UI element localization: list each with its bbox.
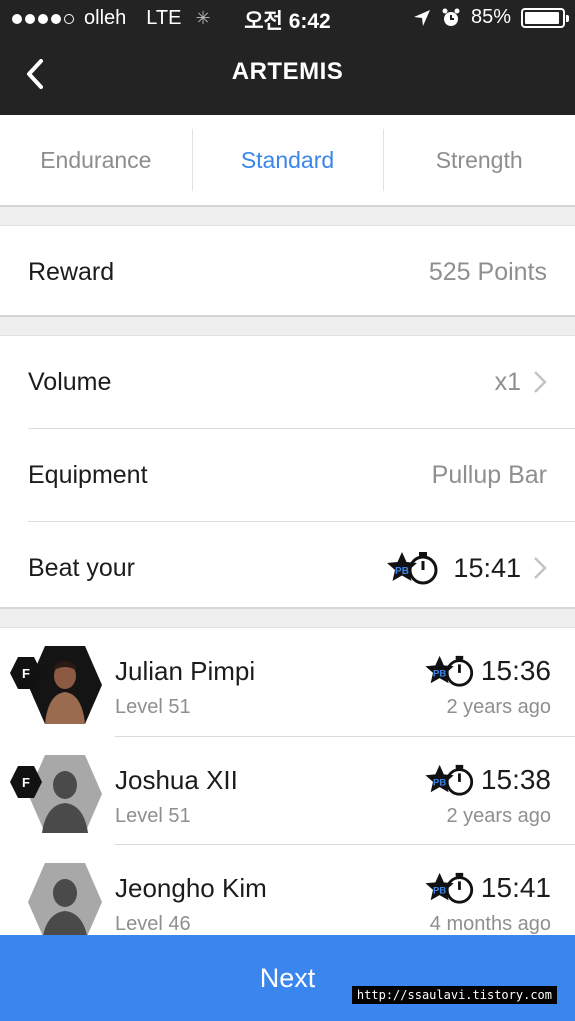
reward-label: Reward [28, 257, 115, 286]
location-arrow-icon [413, 9, 430, 26]
top-bar: olleh LTE ✳ 오전 6:42 85% ARTEMIS [0, 0, 575, 115]
pb-badge: PB [433, 886, 446, 897]
workout-settings-card: Volume x1 Equipment Pullup Bar Beat your… [0, 335, 575, 609]
next-button[interactable]: Next [0, 935, 575, 1021]
friend-badge-icon: F [10, 766, 42, 798]
tab-standard[interactable]: Standard [191, 115, 384, 205]
beat-your-value: 15:41 [453, 552, 521, 583]
volume-row[interactable]: Volume x1 [0, 336, 575, 428]
chevron-right-icon [534, 557, 547, 579]
chevron-right-icon [534, 371, 547, 393]
beat-your-label: Beat your [28, 553, 136, 582]
leaderboard-list: F Julian Pimpi Level 51 PB 15:36 2 years… [0, 627, 575, 942]
reward-value: 525 Points [428, 257, 547, 286]
user-name: Julian Pimpi [115, 656, 256, 686]
list-item[interactable]: F Julian Pimpi Level 51 PB 15:36 2 years… [0, 628, 575, 736]
tab-strength[interactable]: Strength [383, 115, 575, 205]
personal-best-stopwatch-icon: PB [425, 872, 474, 904]
equipment-value: Pullup Bar [431, 460, 547, 489]
friend-badge-label: F [22, 666, 30, 681]
user-level: Level 46 [115, 913, 191, 935]
beat-your-row[interactable]: Beat your PB 15:41 [0, 522, 575, 614]
list-item[interactable]: F Joshua XII Level 51 PB 15:38 2 years a… [10, 736, 575, 844]
pb-badge: PB [433, 669, 446, 680]
user-name: Jeongho Kim [115, 873, 267, 903]
status-bar: olleh LTE ✳ 오전 6:42 85% [0, 0, 575, 38]
personal-best-stopwatch-icon: PB [425, 764, 474, 796]
alarm-clock-icon [442, 8, 460, 26]
user-level: Level 51 [115, 696, 191, 718]
battery-percent: 85% [470, 6, 511, 28]
equipment-row: Equipment Pullup Bar [0, 429, 575, 521]
watermark: http://ssaulavi.tistory.com [351, 986, 557, 1004]
tab-endurance[interactable]: Endurance [0, 115, 192, 205]
personal-best-stopwatch-icon: PB [425, 655, 474, 687]
friend-badge-icon: F [10, 657, 42, 689]
reward-card: Reward 525 Points [0, 225, 575, 317]
avatar [28, 863, 102, 941]
mode-tabs: Endurance Standard Strength [0, 115, 575, 207]
battery-icon [521, 7, 569, 28]
pb-badge: PB [433, 778, 446, 789]
friend-badge-label: F [22, 775, 30, 790]
user-time-ago: 2 years ago [446, 805, 551, 827]
page-title: ARTEMIS [231, 58, 344, 85]
user-name: Joshua XII [115, 765, 238, 795]
volume-value: x1 [494, 367, 521, 396]
equipment-label: Equipment [28, 460, 148, 489]
user-level: Level 51 [115, 805, 191, 827]
user-time-ago: 4 months ago [429, 913, 551, 935]
personal-best-stopwatch-icon: PB [387, 552, 438, 585]
volume-label: Volume [28, 367, 112, 396]
list-item[interactable]: Jeongho Kim Level 46 PB 15:41 4 months a… [28, 844, 575, 942]
user-time: 15:41 [480, 872, 551, 903]
user-time-ago: 2 years ago [446, 696, 551, 718]
pb-badge: PB [395, 566, 409, 577]
user-time: 15:38 [480, 764, 551, 795]
user-time: 15:36 [480, 655, 551, 686]
